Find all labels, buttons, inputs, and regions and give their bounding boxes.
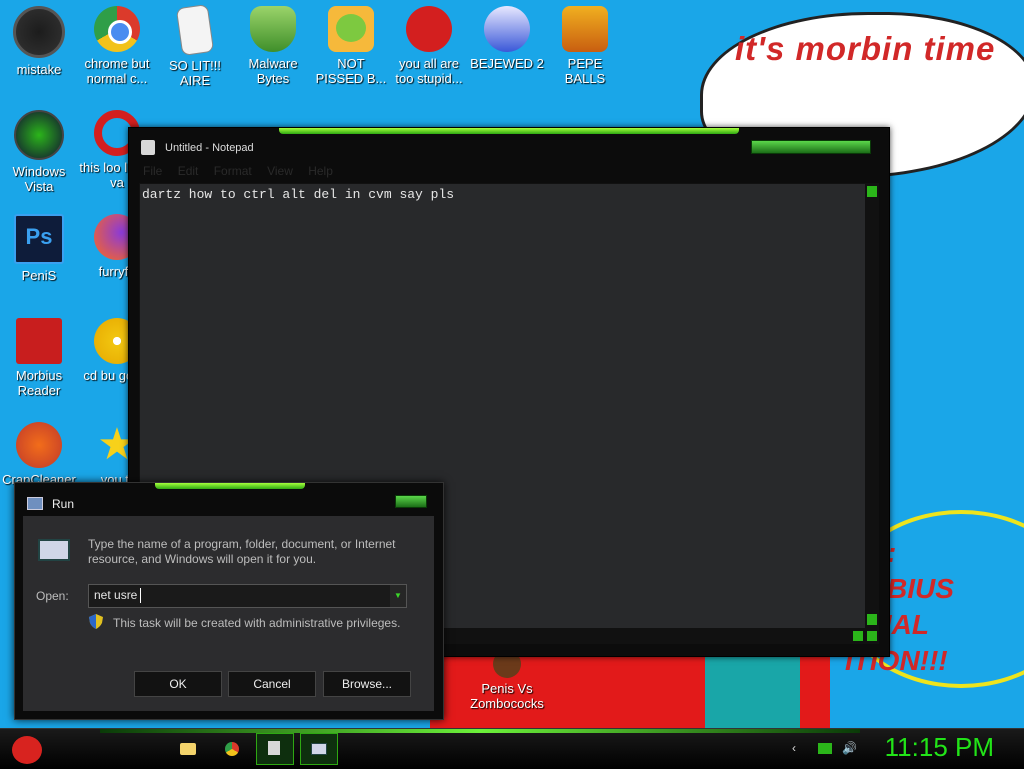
devcpp-icon bbox=[406, 6, 452, 52]
desktop-icon-devcpp[interactable]: you all are too stupid... bbox=[390, 6, 468, 86]
taskbar-run[interactable] bbox=[300, 733, 338, 765]
taskbar-glow bbox=[100, 729, 860, 733]
wallpaper-cyan-shape bbox=[705, 655, 800, 730]
photoshop-icon: Ps bbox=[14, 214, 64, 264]
desktop-icon-penis-vs-zombococks[interactable]: Penis Vs Zombococks bbox=[468, 650, 546, 711]
desktop-icon-malwarebytes[interactable]: Malware Bytes bbox=[234, 6, 312, 86]
run-icon bbox=[311, 743, 327, 755]
menu-format[interactable]: Format bbox=[214, 164, 252, 178]
window-glow bbox=[279, 128, 739, 134]
vertical-scrollbar[interactable] bbox=[865, 183, 879, 628]
desktop-icon-windows-vista[interactable]: Windows Vista bbox=[0, 110, 78, 194]
acrobat-icon bbox=[16, 318, 62, 364]
text-cursor bbox=[140, 588, 141, 603]
desktop-icon-photoshop[interactable]: Ps PeniS bbox=[0, 214, 78, 283]
network-icon[interactable] bbox=[818, 743, 832, 754]
desktop-icon-pepe[interactable]: PEPE BALLS bbox=[546, 6, 624, 86]
chrome-icon bbox=[225, 742, 239, 756]
ccleaner-icon bbox=[16, 422, 62, 468]
menu-file[interactable]: File bbox=[143, 164, 162, 178]
chrome-icon bbox=[94, 6, 140, 52]
taskbar-explorer[interactable] bbox=[174, 735, 202, 763]
cancel-button[interactable]: Cancel bbox=[228, 671, 316, 697]
bejeweled-icon bbox=[484, 6, 530, 52]
uac-shield-icon bbox=[89, 614, 103, 629]
run-dialog: Run Type the name of a program, folder, … bbox=[14, 482, 444, 720]
desktop-icon-bejewed[interactable]: BEJEWED 2 bbox=[468, 6, 546, 71]
angry-bird-icon bbox=[12, 736, 42, 764]
resize-grip[interactable] bbox=[867, 631, 877, 641]
close-button[interactable] bbox=[395, 495, 427, 508]
taskbar: ‹ 🔊 11:15 PM bbox=[0, 728, 1024, 769]
clock[interactable]: 11:15 PM bbox=[885, 732, 994, 763]
desktop-icon-solitaire[interactable]: SO LIT!!! AIRE bbox=[156, 4, 234, 88]
run-icon bbox=[27, 497, 43, 510]
solitaire-icon bbox=[175, 4, 215, 56]
menu-edit[interactable]: Edit bbox=[178, 164, 199, 178]
browse-button[interactable]: Browse... bbox=[323, 671, 411, 697]
admin-note: This task will be created with administr… bbox=[113, 616, 401, 630]
run-title: Run bbox=[52, 497, 75, 511]
recycle-bin-icon bbox=[14, 110, 64, 160]
folder-icon bbox=[180, 743, 196, 755]
notepad-content[interactable]: dartz how to ctrl alt del in cvm say pls bbox=[140, 184, 866, 205]
taskbar-chrome[interactable] bbox=[218, 735, 246, 763]
open-label: Open: bbox=[36, 589, 69, 603]
open-input-value[interactable]: net usre bbox=[94, 588, 137, 602]
run-body: Type the name of a program, folder, docu… bbox=[23, 516, 434, 711]
notepad-icon bbox=[268, 741, 280, 755]
menu-help[interactable]: Help bbox=[308, 164, 333, 178]
start-button[interactable] bbox=[6, 732, 46, 768]
chevron-left-icon[interactable]: ‹ bbox=[792, 741, 806, 755]
run-description: Type the name of a program, folder, docu… bbox=[88, 537, 396, 566]
desktop-icon-morbius-reader[interactable]: Morbius Reader bbox=[0, 318, 78, 398]
notepad-menubar: File Edit Format View Help bbox=[143, 164, 333, 178]
shield-check-icon bbox=[250, 6, 296, 52]
desktop-icon-mistake[interactable]: mistake bbox=[0, 6, 78, 77]
speaker-icon[interactable]: 🔊 bbox=[842, 741, 857, 755]
window-glow bbox=[155, 483, 305, 489]
open-combobox[interactable]: net usre ▼ bbox=[88, 584, 407, 608]
pepe-icon bbox=[562, 6, 608, 52]
wallpaper-caption: it's morbin time bbox=[735, 30, 996, 67]
taskbar-notepad[interactable] bbox=[256, 733, 294, 765]
ok-button[interactable]: OK bbox=[134, 671, 222, 697]
scroll-down-arrow[interactable] bbox=[867, 614, 877, 625]
run-program-icon bbox=[38, 539, 70, 561]
menu-view[interactable]: View bbox=[267, 164, 293, 178]
razer-icon bbox=[13, 6, 65, 58]
notepad-title: Untitled - Notepad bbox=[165, 142, 254, 154]
notepad-icon bbox=[141, 140, 155, 155]
window-controls[interactable] bbox=[751, 140, 871, 154]
desktop-icon-chrome[interactable]: chrome but normal c... bbox=[78, 6, 156, 86]
scroll-up-arrow[interactable] bbox=[867, 186, 877, 197]
desktop-icon-ccleaner[interactable]: CrapCleaner bbox=[0, 422, 78, 487]
chevron-down-icon[interactable]: ▼ bbox=[390, 585, 406, 607]
desktop-icon-not-pissed[interactable]: NOT PISSED B... bbox=[312, 6, 390, 86]
angry-birds-pig-icon bbox=[328, 6, 374, 52]
scroll-right-arrow[interactable] bbox=[853, 631, 863, 641]
